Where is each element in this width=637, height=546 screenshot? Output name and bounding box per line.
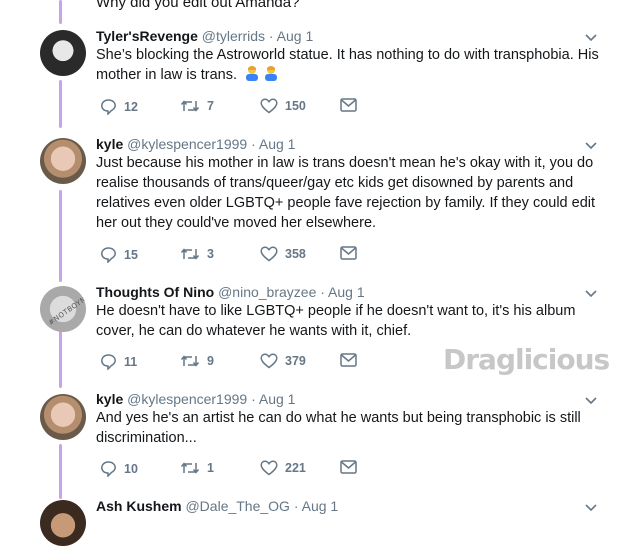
avatar[interactable]: [40, 138, 86, 184]
display-name[interactable]: Thoughts Of Nino: [96, 284, 214, 300]
message-button[interactable]: [340, 98, 357, 112]
retweet-count: 1: [207, 461, 214, 475]
retweet-icon: [180, 462, 200, 474]
handle-and-time[interactable]: @kylespencer1999 · Aug 1: [127, 136, 295, 152]
chevron-down-icon[interactable]: [584, 30, 598, 44]
display-name[interactable]: kyle: [96, 136, 123, 152]
retweet-count: 9: [207, 354, 214, 368]
heart-icon: [260, 460, 278, 476]
chevron-down-icon[interactable]: [584, 500, 598, 514]
person-icon: [246, 66, 259, 81]
retweet-button[interactable]: 3: [180, 246, 214, 262]
tweet-header: Ash Kushem @Dale_The_OG · Aug 1: [96, 498, 338, 514]
like-button[interactable]: 358: [260, 246, 306, 262]
reply-icon: [101, 461, 116, 477]
tweet-header: kyle @kylespencer1999 · Aug 1: [96, 391, 295, 407]
handle-and-time[interactable]: @Dale_The_OG · Aug 1: [185, 498, 338, 514]
envelope-icon: [340, 246, 357, 260]
tweet-header: Thoughts Of Nino @nino_brayzee · Aug 1: [96, 284, 365, 300]
retweet-icon: [180, 248, 200, 260]
tweet-actions: 12 7 150: [96, 98, 496, 118]
envelope-icon: [340, 98, 357, 112]
like-button[interactable]: 150: [260, 98, 306, 114]
heart-icon: [260, 353, 278, 369]
thread-line: [59, 190, 62, 282]
tweet-actions: 15 3 358: [96, 246, 496, 266]
message-button[interactable]: [340, 460, 357, 474]
envelope-icon: [340, 460, 357, 474]
reply-button[interactable]: 10: [100, 460, 138, 477]
chevron-down-icon[interactable]: [584, 138, 598, 152]
tweet-actions: 10 1 221: [96, 460, 496, 480]
display-name[interactable]: kyle: [96, 391, 123, 407]
like-button[interactable]: 221: [260, 460, 306, 476]
tweet-text: Just because his mother in law is trans …: [96, 155, 596, 231]
reply-button[interactable]: 11: [100, 353, 137, 370]
retweet-count: 7: [207, 99, 214, 113]
message-button[interactable]: [340, 353, 357, 367]
reply-count: 11: [124, 354, 138, 369]
display-name[interactable]: Ash Kushem: [96, 498, 182, 514]
retweet-button[interactable]: 9: [180, 353, 214, 369]
reply-icon: [101, 99, 116, 115]
like-count: 150: [285, 99, 306, 113]
reply-button[interactable]: 12: [100, 98, 138, 115]
tweet-actions: 11 9 379: [96, 353, 496, 373]
avatar[interactable]: #NOTBOYNINO: [40, 286, 86, 332]
like-count: 358: [285, 247, 306, 261]
reply-count: 15: [124, 247, 138, 262]
handle-and-time[interactable]: @tylerrids · Aug 1: [202, 28, 313, 44]
tweet-text: And yes he's an artist he can do what he…: [96, 410, 581, 446]
display-name[interactable]: Tyler'sRevenge: [96, 28, 198, 44]
retweet-icon: [180, 100, 200, 112]
handle-and-time[interactable]: @kylespencer1999 · Aug 1: [127, 391, 295, 407]
tweet-header: kyle @kylespencer1999 · Aug 1: [96, 136, 295, 152]
message-button[interactable]: [340, 246, 357, 260]
chevron-down-icon[interactable]: [584, 286, 598, 300]
watermark-logo: Draglicious: [443, 343, 610, 376]
avatar[interactable]: [40, 30, 86, 76]
reply-count: 10: [124, 461, 138, 476]
reply-icon: [101, 247, 116, 263]
tweet-text: He doesn't have to like LGBTQ+ people if…: [96, 303, 576, 339]
chevron-down-icon[interactable]: [584, 393, 598, 407]
envelope-icon: [340, 353, 357, 367]
reply-count: 12: [124, 99, 138, 114]
retweet-button[interactable]: 7: [180, 98, 214, 114]
like-count: 379: [285, 354, 306, 368]
retweet-count: 3: [207, 247, 214, 261]
reply-icon: [101, 354, 116, 370]
like-button[interactable]: 379: [260, 353, 306, 369]
previous-tweet-text: Why did you edit out Amanda?: [96, 0, 300, 11]
avatar[interactable]: [40, 500, 86, 546]
avatar-text: #NOTBOYNINO: [46, 286, 86, 328]
retweet-button[interactable]: 1: [180, 460, 214, 476]
person-icon: [265, 66, 278, 81]
reply-button[interactable]: 15: [100, 246, 138, 263]
heart-icon: [260, 98, 278, 114]
heart-icon: [260, 246, 278, 262]
retweet-icon: [180, 355, 200, 367]
thread-line: [59, 0, 62, 24]
avatar[interactable]: [40, 394, 86, 440]
thread-line: [59, 444, 62, 499]
handle-and-time[interactable]: @nino_brayzee · Aug 1: [218, 284, 365, 300]
tweet-text: She’s blocking the Astroworld statue. It…: [96, 47, 599, 83]
like-count: 221: [285, 461, 306, 475]
thread-line: [59, 330, 62, 388]
tweet-header: Tyler'sRevenge @tylerrids · Aug 1: [96, 28, 313, 44]
thread-line: [59, 80, 62, 128]
